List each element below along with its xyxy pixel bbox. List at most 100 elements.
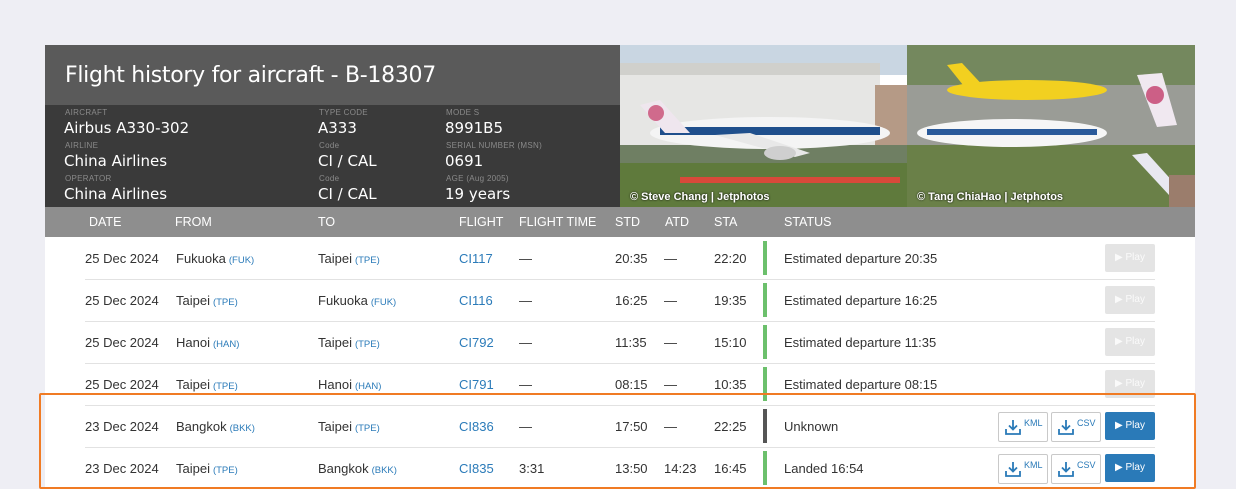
to-cell: Taipei (TPE): [318, 335, 380, 350]
from-city[interactable]: Fukuoka: [176, 251, 226, 266]
from-code[interactable]: (TPE): [213, 297, 238, 308]
flight-link[interactable]: CI116: [459, 293, 493, 308]
table-row[interactable]: 23 Dec 2024 Taipei (TPE) Bangkok (BKK) CI835 3…: [85, 447, 1155, 489]
to-cell: Hanoi (HAN): [318, 377, 381, 392]
table-row[interactable]: 23 Dec 2024 Bangkok (BKK) Taipei (TPE) CI836 —…: [85, 405, 1155, 448]
to-code[interactable]: (TPE): [355, 423, 380, 434]
aircraft-photo-2[interactable]: © Tang ChiaHao | Jetphotos: [907, 45, 1195, 207]
download-kml-button[interactable]: KML: [998, 454, 1048, 484]
download-csv-button[interactable]: CSV: [1051, 454, 1101, 484]
aircraft-label: AIRCRAFT: [65, 108, 108, 117]
column-flight-time[interactable]: FLIGHT TIME: [519, 215, 596, 229]
airline-label: AIRLINE: [65, 141, 99, 150]
play-icon: ▶: [1115, 336, 1126, 347]
flight-link[interactable]: CI836: [459, 419, 494, 434]
download-icon: [1058, 462, 1074, 477]
play-icon: ▶: [1115, 294, 1126, 305]
play-icon: ▶: [1115, 420, 1126, 431]
flight-link[interactable]: CI792: [459, 335, 494, 350]
flight-time-cell: 3:31: [519, 461, 545, 476]
from-city[interactable]: Bangkok: [176, 419, 227, 434]
to-city[interactable]: Taipei: [318, 251, 352, 266]
sta-cell: 22:25: [714, 419, 747, 434]
from-city[interactable]: Taipei: [176, 461, 210, 476]
from-code[interactable]: (HAN): [213, 339, 239, 350]
play-button[interactable]: ▶ Play: [1105, 454, 1155, 482]
column-sta[interactable]: STA: [714, 215, 737, 229]
table-row[interactable]: 25 Dec 2024 Taipei (TPE) Fukuoka (FUK) CI116 —…: [85, 279, 1155, 322]
to-cell: Fukuoka (FUK): [318, 293, 396, 308]
csv-label: CSV: [1077, 460, 1096, 470]
column-from[interactable]: FROM: [175, 215, 212, 229]
to-city[interactable]: Taipei: [318, 419, 352, 434]
status-indicator: [763, 241, 767, 275]
from-city[interactable]: Hanoi: [176, 335, 210, 350]
play-label: Play: [1125, 336, 1145, 347]
table-header: DATE FROM TO FLIGHT FLIGHT TIME STD ATD …: [45, 207, 1195, 237]
from-cell: Taipei (TPE): [176, 377, 238, 392]
play-label: Play: [1125, 294, 1145, 305]
aircraft-info-panel: Flight history for aircraft - B-18307 AI…: [45, 45, 620, 207]
play-button[interactable]: ▶ Play: [1105, 412, 1155, 440]
to-cell: Taipei (TPE): [318, 251, 380, 266]
aircraft-photo-1[interactable]: © Steve Chang | Jetphotos: [620, 45, 907, 207]
flight-link[interactable]: CI835: [459, 461, 494, 476]
atd-cell: 14:23: [664, 461, 697, 476]
flight-link[interactable]: CI791: [459, 377, 494, 392]
column-flight[interactable]: FLIGHT: [459, 215, 503, 229]
std-cell: 16:25: [615, 293, 648, 308]
to-code[interactable]: (TPE): [355, 339, 380, 350]
to-city[interactable]: Taipei: [318, 335, 352, 350]
play-button[interactable]: ▶ Play: [1105, 244, 1155, 272]
table-row[interactable]: 25 Dec 2024 Taipei (TPE) Hanoi (HAN) CI791 — 08…: [85, 363, 1155, 406]
operator-label: OPERATOR: [65, 174, 112, 183]
to-city[interactable]: Bangkok: [318, 461, 369, 476]
download-kml-button[interactable]: KML: [998, 412, 1048, 442]
date-cell: 25 Dec 2024: [85, 293, 159, 308]
to-city[interactable]: Fukuoka: [318, 293, 368, 308]
column-std[interactable]: STD: [615, 215, 640, 229]
page-title: Flight history for aircraft - B-18307: [65, 63, 436, 88]
sta-cell: 10:35: [714, 377, 747, 392]
column-status[interactable]: STATUS: [784, 215, 831, 229]
column-date[interactable]: DATE: [89, 215, 121, 229]
from-city[interactable]: Taipei: [176, 377, 210, 392]
from-code[interactable]: (BKK): [230, 423, 255, 434]
atd-cell: —: [664, 419, 677, 434]
from-code[interactable]: (TPE): [213, 381, 238, 392]
play-button[interactable]: ▶ Play: [1105, 328, 1155, 356]
column-to[interactable]: TO: [318, 215, 335, 229]
flight-time-cell: —: [519, 335, 532, 350]
serial-number-value: 0691: [445, 152, 484, 170]
to-city[interactable]: Hanoi: [318, 377, 352, 392]
date-cell: 25 Dec 2024: [85, 377, 159, 392]
flight-link[interactable]: CI117: [459, 251, 493, 266]
kml-label: KML: [1024, 460, 1043, 470]
table-row[interactable]: 25 Dec 2024 Hanoi (HAN) Taipei (TPE) CI792 — 11…: [85, 321, 1155, 364]
from-code[interactable]: (TPE): [213, 465, 238, 476]
flight-time-cell: —: [519, 251, 532, 266]
to-code[interactable]: (BKK): [372, 465, 397, 476]
airline-code-value: CI / CAL: [318, 152, 377, 170]
table-row[interactable]: 25 Dec 2024 Fukuoka (FUK) Taipei (TPE) CI117 —…: [85, 237, 1155, 280]
kml-label: KML: [1024, 418, 1043, 428]
to-code[interactable]: (HAN): [355, 381, 381, 392]
from-code[interactable]: (FUK): [229, 255, 254, 266]
date-cell: 23 Dec 2024: [85, 461, 159, 476]
play-button[interactable]: ▶ Play: [1105, 370, 1155, 398]
atd-cell: —: [664, 377, 677, 392]
play-label: Play: [1125, 420, 1145, 431]
from-cell: Fukuoka (FUK): [176, 251, 254, 266]
download-icon: [1058, 420, 1074, 435]
column-atd[interactable]: ATD: [665, 215, 689, 229]
from-city[interactable]: Taipei: [176, 293, 210, 308]
play-button[interactable]: ▶ Play: [1105, 286, 1155, 314]
std-cell: 20:35: [615, 251, 648, 266]
from-cell: Taipei (TPE): [176, 293, 238, 308]
mode-s-label: MODE S: [446, 108, 480, 117]
type-code-value: A333: [318, 119, 357, 137]
download-csv-button[interactable]: CSV: [1051, 412, 1101, 442]
to-code[interactable]: (FUK): [371, 297, 396, 308]
from-cell: Taipei (TPE): [176, 461, 238, 476]
to-code[interactable]: (TPE): [355, 255, 380, 266]
